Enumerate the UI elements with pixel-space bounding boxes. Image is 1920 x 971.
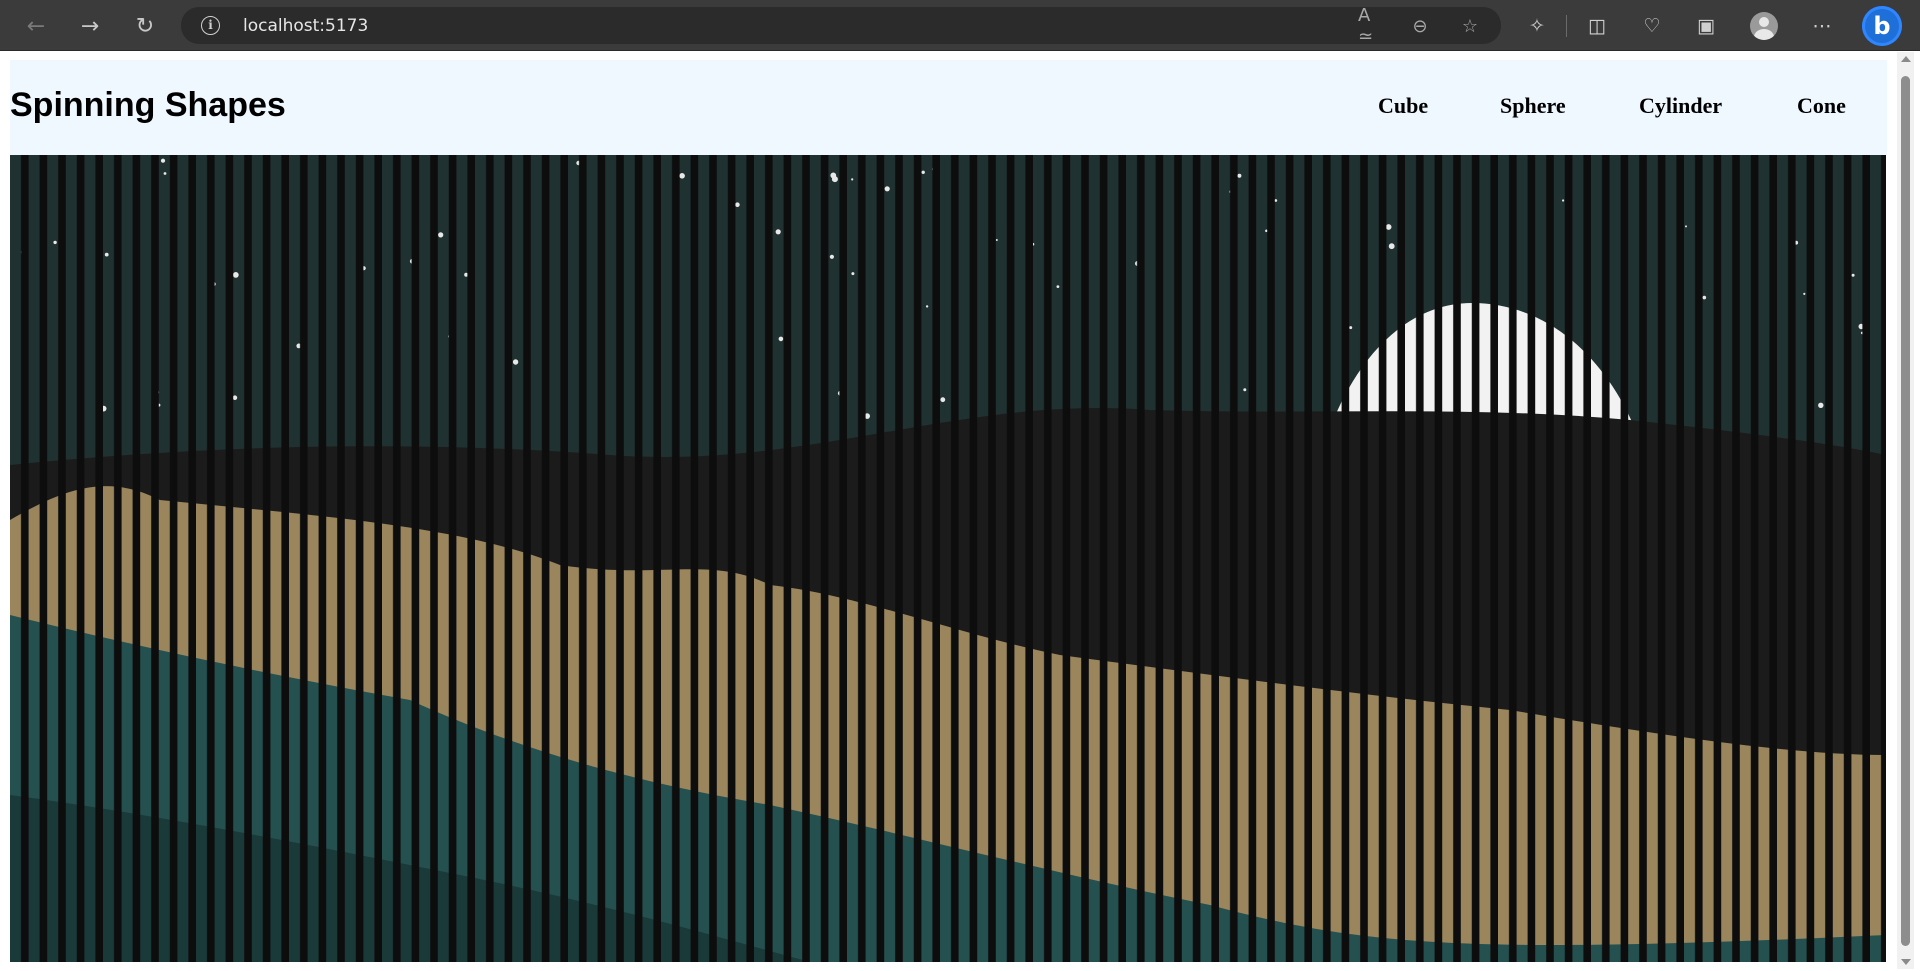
landscape-illustration — [10, 155, 1886, 962]
site-info-icon[interactable]: i — [201, 16, 220, 35]
nav-link-cube[interactable]: Cube — [1378, 93, 1428, 119]
favorite-star-icon[interactable]: ☆ — [1457, 13, 1483, 39]
split-screen-icon[interactable]: ◫ — [1581, 10, 1613, 42]
refresh-icon[interactable]: ↻ — [129, 10, 161, 42]
scroll-up-arrow-icon[interactable] — [1901, 56, 1911, 62]
hero-image — [10, 155, 1886, 962]
profile-avatar[interactable] — [1750, 12, 1778, 40]
zoom-out-icon[interactable]: ⊖ — [1407, 13, 1433, 39]
site-title: Spinning Shapes — [10, 86, 286, 124]
forward-arrow-icon[interactable]: → — [74, 10, 106, 42]
nav-link-cone[interactable]: Cone — [1797, 93, 1846, 119]
browser-toolbar: ← → ↻ i localhost:5173 A ≃ ⊖ ☆ ✧ ◫ ♡ ▣ ⋯… — [0, 0, 1920, 51]
bing-copilot-icon[interactable]: b — [1862, 6, 1902, 46]
more-menu-icon[interactable]: ⋯ — [1806, 10, 1838, 42]
url-text[interactable]: localhost:5173 — [243, 16, 368, 36]
read-aloud-icon[interactable]: A ≃ — [1358, 5, 1384, 47]
nav-link-sphere[interactable]: Sphere — [1500, 93, 1566, 119]
address-bar[interactable]: i localhost:5173 A ≃ ⊖ ☆ — [181, 5, 1501, 47]
toolbar-separator — [1566, 15, 1567, 37]
page-scrollbar[interactable] — [1897, 52, 1914, 969]
vertical-stripes-overlay — [10, 155, 1886, 962]
scroll-thumb[interactable] — [1901, 76, 1910, 946]
site-header: Spinning Shapes Cube Sphere Cylinder Con… — [10, 60, 1887, 155]
nav-link-cylinder[interactable]: Cylinder — [1639, 93, 1722, 119]
browser-essentials-icon[interactable]: ♡ — [1636, 10, 1668, 42]
extensions-icon[interactable]: ✧ — [1521, 10, 1553, 42]
scroll-down-arrow-icon[interactable] — [1901, 959, 1911, 965]
back-arrow-icon[interactable]: ← — [20, 10, 52, 42]
collections-icon[interactable]: ▣ — [1690, 10, 1722, 42]
